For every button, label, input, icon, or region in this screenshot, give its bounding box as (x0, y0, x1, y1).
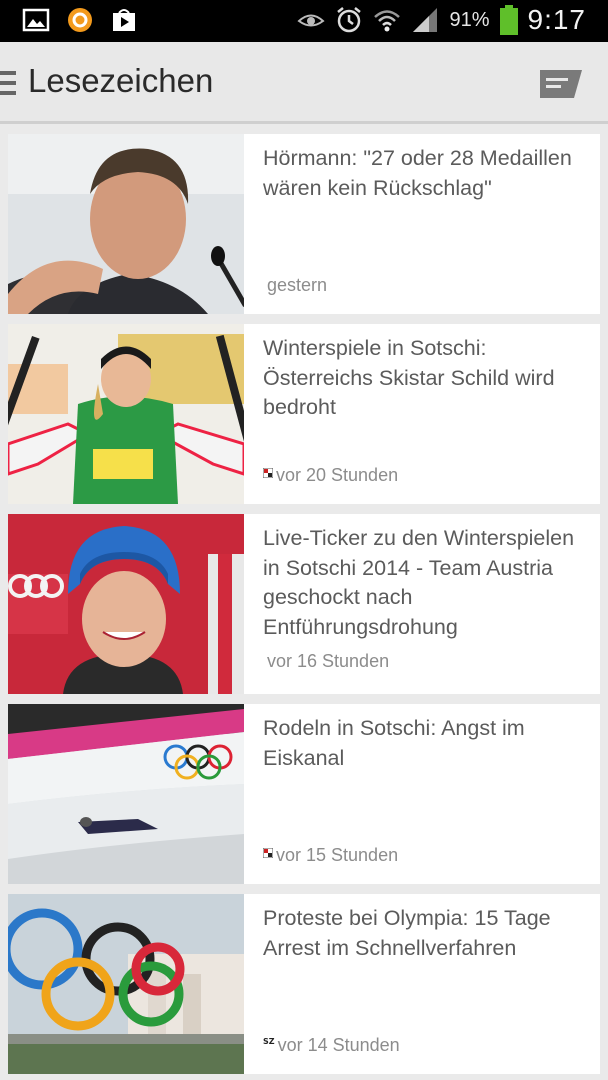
article-title: Hörmann: "27 oder 28 Medaillen wären kei… (263, 146, 572, 200)
page-title[interactable]: Lesezeichen (28, 62, 213, 100)
article-thumbnail (8, 134, 244, 314)
article-thumbnail (8, 894, 244, 1074)
source-logo-icon (263, 468, 273, 478)
status-bar: 91% 9:17 (0, 0, 608, 42)
battery-icon (499, 5, 518, 35)
status-notifications (22, 6, 138, 34)
article-meta: vor 16 Stunden (267, 651, 389, 672)
luge-track-photo (8, 704, 244, 884)
article-title: Proteste bei Olympia: 15 Tage Arrest im … (263, 906, 551, 960)
article-meta: vor 20 Stunden (263, 465, 398, 486)
compose-icon[interactable] (538, 70, 582, 98)
play-store-icon (113, 9, 135, 31)
eye-icon (297, 14, 326, 27)
article-meta: SZ vor 14 Stunden (263, 1035, 400, 1056)
list-item[interactable]: Hörmann: "27 oder 28 Medaillen wären kei… (8, 134, 600, 314)
helmet-athlete-photo (8, 514, 244, 694)
list-item[interactable]: Proteste bei Olympia: 15 Tage Arrest im … (8, 894, 600, 1074)
article-time: vor 14 Stunden (277, 1035, 400, 1055)
clock: 9:17 (527, 4, 586, 35)
skier-photo (8, 324, 244, 504)
list-item[interactable]: Rodeln in Sotschi: Angst im Eiskanal vor… (8, 704, 600, 884)
bookmark-list: Hörmann: "27 oder 28 Medaillen wären kei… (8, 134, 600, 1080)
olympic-rings-photo (8, 894, 244, 1074)
source-logo-icon (263, 848, 273, 858)
article-thumbnail (8, 514, 244, 694)
battery-percent: 91% (449, 8, 490, 31)
article-thumbnail (8, 704, 244, 884)
article-thumbnail (8, 324, 244, 504)
article-time: vor 20 Stunden (276, 465, 399, 485)
article-time: gestern (267, 275, 328, 295)
alarm-icon (337, 7, 362, 33)
sz-logo-icon: SZ (263, 1037, 275, 1046)
status-indicators: 91% 9:17 (297, 4, 586, 36)
article-time: vor 16 Stunden (267, 651, 390, 671)
drawer-menu-icon[interactable] (0, 71, 16, 97)
article-title: Winterspiele in Sotschi: Österreichs Ski… (263, 336, 555, 419)
signal-icon (413, 8, 438, 32)
article-meta: gestern (267, 275, 327, 296)
article-title: Rodeln in Sotschi: Angst im Eiskanal (263, 716, 525, 770)
portrait-photo (8, 134, 244, 314)
article-meta: vor 15 Stunden (263, 845, 398, 866)
list-item[interactable]: Live-Ticker zu den Winterspielen in Sots… (8, 514, 600, 694)
gallery-icon (22, 8, 50, 32)
list-item[interactable]: Winterspiele in Sotschi: Österreichs Ski… (8, 324, 600, 504)
wifi-icon (374, 10, 401, 32)
article-title: Live-Ticker zu den Winterspielen in Sots… (263, 526, 575, 639)
action-bar: Lesezeichen (0, 42, 608, 124)
article-time: vor 15 Stunden (276, 845, 399, 865)
sync-circle-icon (68, 8, 92, 32)
